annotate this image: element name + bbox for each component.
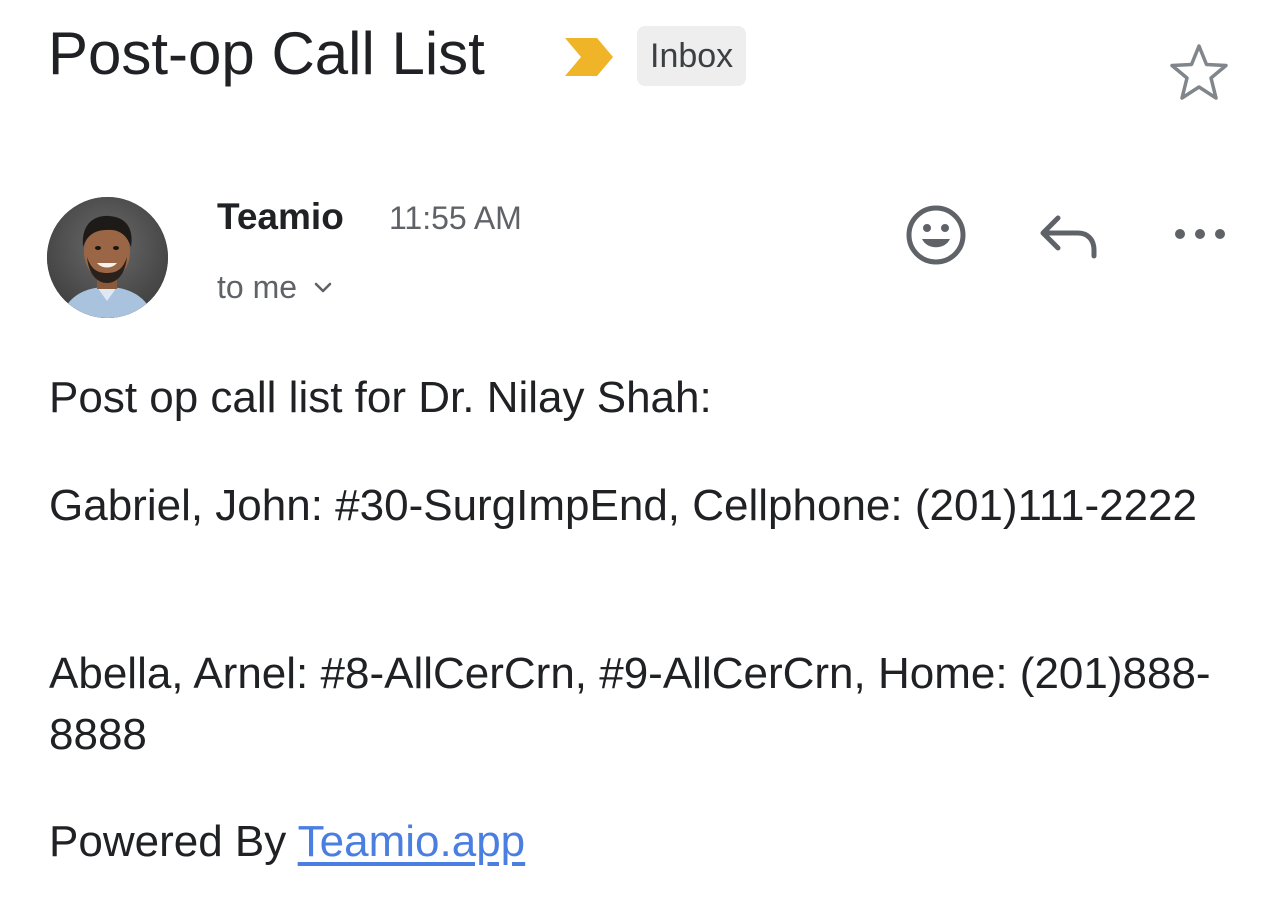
body-intro: Post op call list for Dr. Nilay Shah: [49,373,712,422]
add-reaction-icon [906,205,966,265]
call-list-entry: Gabriel, John: #30-SurgImpEnd, Cellphone… [49,481,1197,530]
star-outline-icon[interactable] [1168,42,1230,102]
body-footer: Powered By Teamio.app [49,811,1249,872]
email-subject: Post-op Call List [48,20,485,87]
sent-time: 11:55 AM [389,200,522,236]
recipients-toggle[interactable]: to me [217,266,333,308]
reply-icon [1040,215,1097,259]
reply-button[interactable] [1036,210,1100,260]
avatar[interactable] [47,197,168,318]
footer-prefix: Powered By [49,817,298,866]
teamio-link[interactable]: Teamio.app [298,817,525,866]
more-horizontal-icon [1175,229,1225,239]
call-list-entry: Abella, Arnel: #8-AllCerCrn, #9-AllCerCr… [49,649,1211,759]
inbox-label-chip[interactable]: Inbox [637,26,747,86]
avatar-photo [47,197,168,318]
sender-name[interactable]: Teamio [217,193,344,241]
recipients-label: to me [217,269,298,305]
importance-marker-icon[interactable] [563,36,615,78]
email-view: Post-op Call List Inbox Teamio 11:55 AM … [0,0,1284,911]
add-reaction-button[interactable] [903,203,969,267]
more-options-button[interactable] [1168,218,1232,250]
chevron-down-icon [314,282,332,293]
